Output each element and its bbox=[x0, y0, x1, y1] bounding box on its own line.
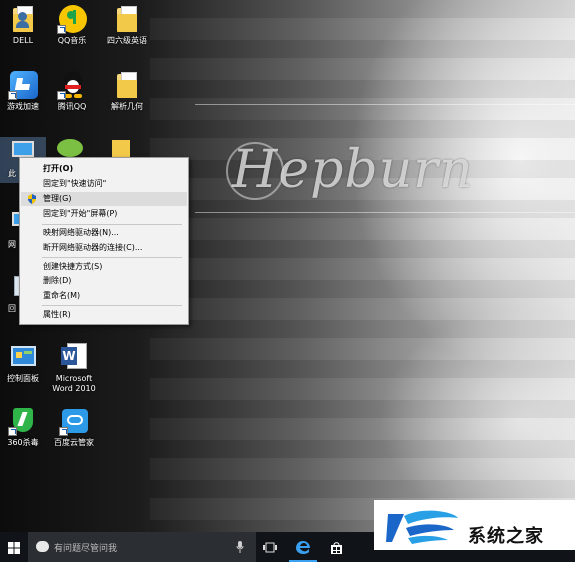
wallpaper-line bbox=[195, 212, 575, 213]
wallpaper-title: Hepburn bbox=[232, 140, 474, 200]
desktop-icon-label: DELL bbox=[12, 36, 34, 45]
desktop-icon-control[interactable]: 控制面板 bbox=[0, 342, 46, 384]
search-placeholder: 有问题尽管问我 bbox=[54, 544, 118, 554]
menu-item-delete[interactable]: 删除(D) bbox=[21, 274, 187, 288]
wallpaper-stripes bbox=[150, 0, 575, 532]
desktop-icon-label: 腾讯QQ bbox=[57, 102, 87, 111]
control-panel-icon bbox=[8, 342, 38, 372]
desktop-icon-label: 百度云管家 bbox=[54, 438, 94, 447]
user-folder-icon bbox=[8, 4, 38, 34]
desktop-icon-label: 解析几何 bbox=[111, 102, 143, 111]
menu-item-pin-start[interactable]: 固定到"开始"屏幕(P) bbox=[21, 207, 187, 221]
desktop-icon-label: 360杀毒 bbox=[7, 438, 39, 447]
partial-folder-behind-menu bbox=[112, 140, 130, 157]
folder-icon bbox=[112, 70, 142, 100]
microphone-icon[interactable] bbox=[236, 541, 244, 553]
uac-shield-icon bbox=[28, 194, 36, 204]
desktop-icon-label: 四六级英语 bbox=[107, 36, 147, 45]
windows-start-icon[interactable] bbox=[8, 542, 20, 554]
desktop-icon-baiducloud[interactable]: 百度云管家 bbox=[49, 406, 99, 448]
desktop-icon-label: Microsoft Word 2010 bbox=[52, 374, 96, 393]
wallpaper-line bbox=[195, 104, 575, 105]
desktop-icon-qqmusic[interactable]: QQ音乐 bbox=[49, 4, 95, 46]
shield-360-icon bbox=[8, 406, 38, 436]
store-icon[interactable] bbox=[330, 541, 343, 554]
word-icon: W bbox=[59, 342, 89, 372]
desktop-icon-label: QQ音乐 bbox=[57, 36, 87, 45]
logo-text: 系统之家 bbox=[468, 526, 544, 547]
qq-penguin-icon bbox=[57, 70, 87, 100]
desktop-icon-geometry[interactable]: 解析几何 bbox=[104, 70, 150, 112]
menu-item-disconnect-drive[interactable]: 断开网络驱动器的连接(C)... bbox=[21, 241, 187, 255]
menu-separator bbox=[42, 305, 182, 306]
menu-item-open[interactable]: 打开(O) bbox=[21, 162, 187, 176]
menu-item-pin-quick-access[interactable]: 固定到"快速访问" bbox=[21, 177, 187, 191]
menu-item-map-drive[interactable]: 映射网络驱动器(N)... bbox=[21, 226, 187, 240]
menu-item-manage[interactable]: 管理(G) bbox=[21, 192, 187, 206]
desktop-icon-dell[interactable]: DELL bbox=[0, 4, 46, 46]
qq-music-icon bbox=[57, 4, 87, 34]
menu-separator bbox=[42, 224, 182, 225]
task-view-icon[interactable] bbox=[263, 542, 277, 553]
partial-icon-behind-menu bbox=[57, 139, 83, 157]
edge-browser-icon[interactable] bbox=[295, 540, 311, 555]
desktop-icon-360[interactable]: 360杀毒 bbox=[0, 406, 46, 448]
site-watermark-logo: 系统之家 bbox=[374, 500, 575, 550]
folder-icon bbox=[112, 4, 142, 34]
desktop-icon-label: 游戏加速 bbox=[7, 102, 39, 111]
menu-separator bbox=[42, 257, 182, 258]
context-menu: 打开(O) 固定到"快速访问" 管理(G) 固定到"开始"屏幕(P) 映射网络驱… bbox=[19, 157, 189, 325]
desktop-icon-game[interactable]: 游戏加速 bbox=[0, 70, 46, 112]
game-accelerator-icon bbox=[8, 70, 38, 100]
desktop-icon-word[interactable]: W Microsoft Word 2010 bbox=[49, 342, 99, 394]
logo-mark-icon bbox=[386, 510, 458, 544]
baidu-cloud-icon bbox=[59, 406, 89, 436]
menu-item-create-shortcut[interactable]: 创建快捷方式(S) bbox=[21, 260, 187, 274]
menu-item-rename[interactable]: 重命名(M) bbox=[21, 289, 187, 303]
menu-item-properties[interactable]: 属性(R) bbox=[21, 308, 187, 322]
desktop-icon-cet[interactable]: 四六级英语 bbox=[104, 4, 150, 46]
desktop-icon-qq[interactable]: 腾讯QQ bbox=[49, 70, 95, 112]
cortana-icon bbox=[36, 541, 49, 552]
desktop-icon-label: 控制面板 bbox=[7, 374, 39, 383]
cortana-search-box[interactable]: 有问题尽管问我 bbox=[28, 532, 256, 562]
menu-item-label: 管理(G) bbox=[43, 194, 72, 203]
